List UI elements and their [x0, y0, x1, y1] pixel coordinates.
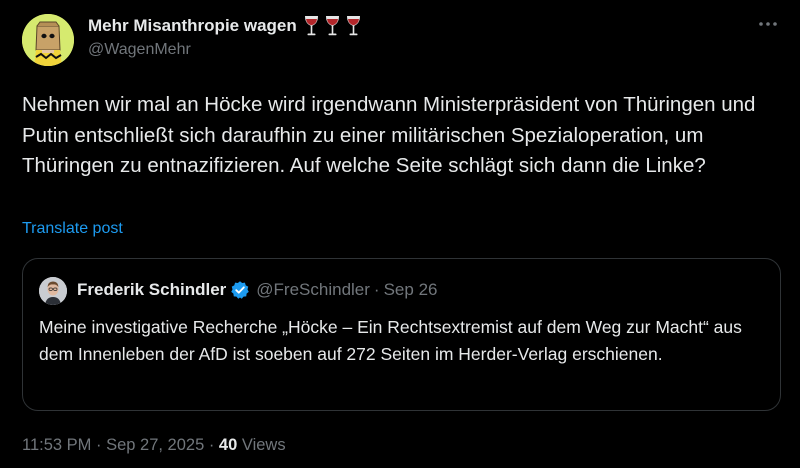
author-avatar[interactable] — [22, 14, 74, 66]
quoted-author-name[interactable]: Frederik Schindler — [77, 280, 226, 300]
quoted-post-card[interactable]: Frederik Schindler @FreSchindler · Sep 2… — [22, 258, 781, 411]
meta-separator: · — [91, 436, 107, 454]
more-options-button[interactable] — [756, 12, 780, 36]
author-handle[interactable]: @WagenMehr — [88, 41, 191, 59]
author-name-row: Mehr Misanthropie wagen — [88, 15, 362, 37]
post-time[interactable]: 11:53 PM — [22, 436, 91, 454]
quoted-author-avatar[interactable] — [39, 277, 67, 305]
translate-post-link[interactable]: Translate post — [22, 220, 123, 238]
quoted-header-separator: · — [373, 280, 380, 299]
quoted-post-text: Meine investigative Recherche „Höcke – E… — [39, 317, 742, 364]
wine-glass-icon — [346, 16, 360, 36]
post-text: Nehmen wir mal an Höcke wird irgendwann … — [22, 93, 756, 177]
verified-badge-icon — [230, 280, 250, 300]
post-meta: 11:53 PM · Sep 27, 2025 · 40 Views — [22, 436, 286, 455]
more-dots-icon — [759, 22, 777, 26]
author-display-name[interactable]: Mehr Misanthropie wagen — [88, 16, 297, 36]
wine-glass-icon — [325, 16, 339, 36]
quoted-post-date[interactable]: Sep 26 — [384, 280, 438, 300]
post-date[interactable]: Sep 27, 2025 — [106, 436, 204, 454]
name-emojis — [303, 15, 362, 37]
views-count: 40 — [218, 436, 238, 454]
wine-glass-icon — [304, 16, 318, 36]
views-label: Views — [241, 436, 286, 454]
quoted-author-handle[interactable]: @FreSchindler — [256, 280, 370, 300]
paper-bag-character-icon — [22, 14, 74, 66]
quoted-post-header: Frederik Schindler @FreSchindler · Sep 2… — [77, 280, 437, 300]
person-photo-icon — [39, 277, 67, 305]
meta-separator-views: · — [204, 436, 219, 454]
